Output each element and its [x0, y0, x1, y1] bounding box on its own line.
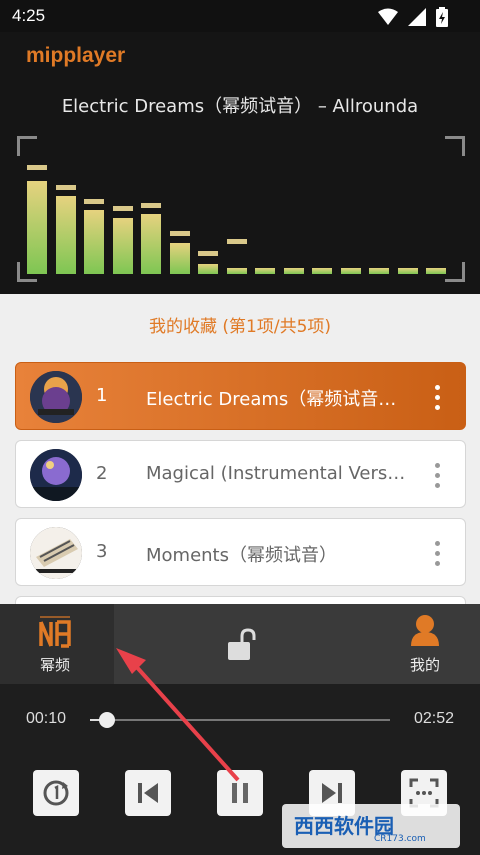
unlock-icon: [228, 628, 256, 660]
spectrum-peak: [226, 239, 247, 245]
now-playing-area: mipplayer Electric Dreams（幂频试音） – Allrou…: [0, 32, 480, 294]
track-title: Moments（幂频试音）: [146, 545, 337, 566]
track-item-4[interactable]: [15, 596, 466, 604]
album-art: [30, 371, 82, 423]
spectrum-peak: [112, 205, 133, 211]
spectrum-bar: [198, 263, 218, 274]
favorites-title: 我的收藏 (第1项/共5项): [148, 317, 332, 337]
spectrum-bar: [312, 267, 332, 274]
skip-next-icon: [322, 783, 342, 803]
watermark-url: CR173.com: [374, 834, 426, 844]
user-profile-icon: [411, 615, 439, 646]
spectrum-bar: [255, 267, 275, 274]
tab-mupin[interactable]: 幂频: [0, 604, 114, 684]
track-item-3[interactable]: 3 Moments（幂频试音）: [15, 518, 466, 586]
tab-mine-label: 我的: [409, 656, 440, 674]
wifi-icon: [378, 8, 398, 25]
status-icons: [378, 7, 448, 27]
spectrum-bar: [141, 213, 161, 274]
spectrum-bar: [283, 267, 304, 274]
spectrum-bar: [226, 268, 247, 274]
track-number: 1: [96, 385, 108, 406]
pause-button[interactable]: [217, 770, 263, 816]
repeat-button[interactable]: [33, 770, 79, 816]
tab-mine[interactable]: 我的: [365, 604, 480, 684]
tab-mupin-label: 幂频: [39, 656, 70, 674]
spectrum-peak: [141, 203, 161, 209]
total-time: 02:52: [413, 710, 454, 727]
spectrum-peak: [27, 164, 47, 170]
album-art: [30, 527, 82, 579]
spectrum-bar: [340, 267, 361, 274]
track-item-2[interactable]: 2 Magical (Instrumental Vers…: [15, 440, 466, 508]
track-item-1[interactable]: 1 Electric Dreams（幂频试音…: [15, 362, 466, 430]
spectrum-peak: [55, 185, 76, 191]
battery-charging-icon: [436, 7, 448, 27]
now-playing-title: Electric Dreams（幂频试音） – Allrounda: [61, 96, 419, 117]
favorites-list[interactable]: 我的收藏 (第1项/共5项) 1 Electric Dreams（幂频试音… 2…: [0, 294, 480, 604]
spectrum-visualizer[interactable]: [17, 136, 465, 282]
track-number: 3: [96, 541, 108, 562]
spectrum-bar: [397, 267, 418, 274]
current-time: 00:10: [26, 710, 67, 727]
mupin-logo-icon: [39, 616, 71, 648]
bottom-navigation: 幂频 我的: [0, 604, 480, 684]
album-art: [30, 449, 82, 501]
spectrum-bar: [55, 195, 76, 274]
status-bar: 4:25: [0, 0, 480, 32]
repeat-one-icon: [43, 780, 69, 806]
status-time: 4:25: [12, 6, 46, 25]
skip-previous-icon: [138, 783, 158, 803]
pause-icon: [232, 783, 248, 803]
watermark: 西西软件园 CR173.com: [282, 804, 460, 848]
lock-button[interactable]: [180, 604, 300, 684]
track-number: 2: [96, 463, 108, 484]
spectrum-bar: [84, 210, 104, 274]
progress-slider[interactable]: [90, 712, 390, 728]
spectrum-bar: [27, 180, 47, 274]
signal-icon: [408, 8, 426, 26]
track-title: Magical (Instrumental Vers…: [146, 463, 406, 484]
spectrum-bar: [112, 217, 133, 274]
track-title: Electric Dreams（幂频试音…: [146, 389, 397, 410]
previous-button[interactable]: [125, 770, 171, 816]
spectrum-peak: [169, 231, 190, 237]
more-options-icon[interactable]: [435, 541, 441, 567]
more-options-icon[interactable]: [435, 385, 441, 411]
spectrum-bar: [369, 267, 389, 274]
spectrum-bar: [169, 243, 190, 274]
more-options-icon[interactable]: [435, 463, 441, 489]
app-title: mipplayer: [26, 44, 126, 67]
spectrum-peak: [84, 199, 104, 205]
spectrum-peak: [198, 250, 218, 256]
spectrum-bars: [27, 146, 457, 274]
spectrum-bar: [426, 267, 446, 274]
progress-knob[interactable]: [99, 712, 116, 728]
